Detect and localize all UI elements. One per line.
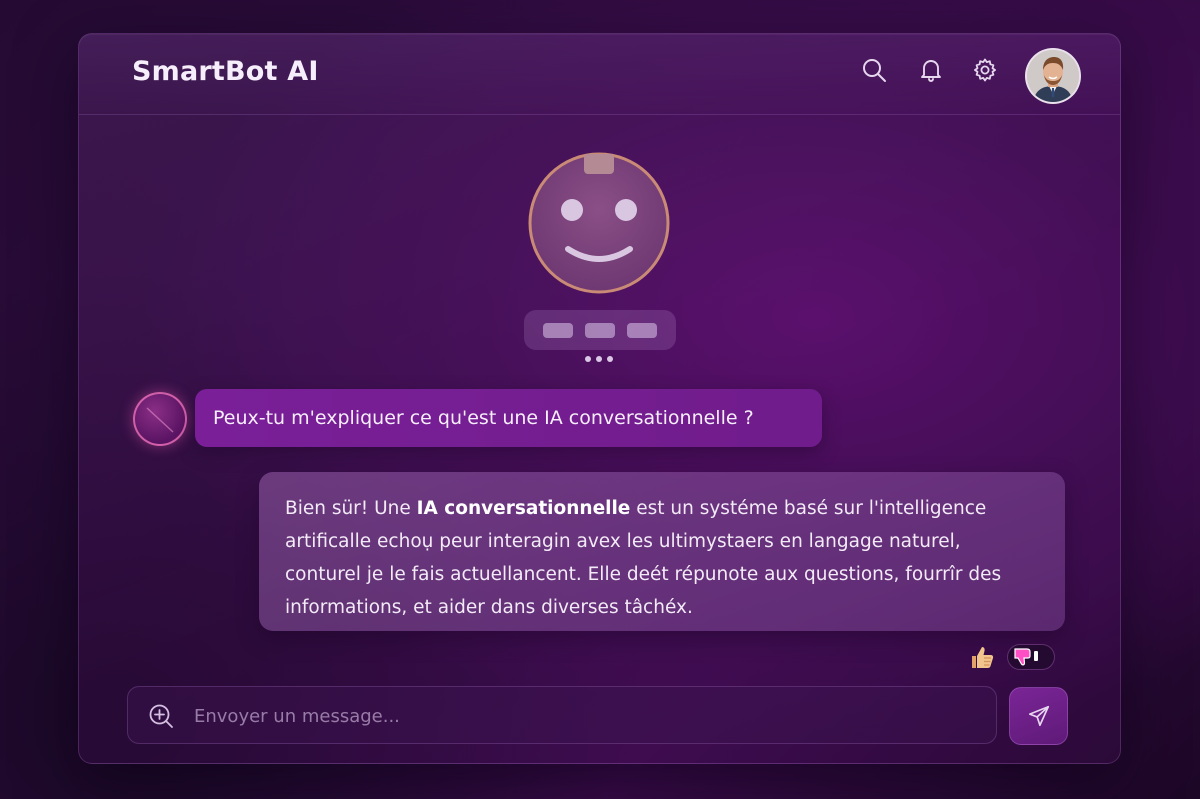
smiley-bot-icon — [528, 152, 670, 294]
bot-message-bubble: Bien sür! Une IA conversationnelle est u… — [259, 472, 1065, 631]
user-message-avatar — [133, 392, 187, 446]
chat-window: SmartBot AI Peux-tu m'expliquer ce qu'es… — [78, 33, 1121, 764]
more-dots-icon — [585, 356, 613, 362]
add-attachment-icon[interactable] — [148, 703, 174, 729]
thumbs-up-icon[interactable] — [967, 643, 997, 671]
message-input[interactable] — [192, 687, 976, 745]
bell-icon[interactable] — [917, 56, 945, 84]
typing-dot — [543, 322, 573, 338]
gear-icon[interactable] — [971, 56, 999, 84]
app-header: SmartBot AI — [79, 34, 1120, 115]
typing-dot — [585, 322, 615, 338]
message-reactions — [967, 643, 1055, 671]
app-title: SmartBot AI — [132, 56, 319, 87]
message-composer — [127, 686, 997, 745]
search-icon[interactable] — [860, 56, 888, 84]
bot-message-emphasis: IA conversationnelle — [416, 498, 631, 519]
send-icon — [1028, 705, 1049, 727]
send-button[interactable] — [1009, 687, 1068, 745]
typing-dot — [627, 322, 657, 338]
bot-message-text: Bien sür! Une — [285, 498, 417, 519]
avatar[interactable] — [1025, 48, 1081, 104]
user-message-text: Peux-tu m'expliquer ce qu'est une IA con… — [213, 407, 754, 429]
thumbs-down-icon[interactable] — [1007, 644, 1055, 670]
user-message-bubble: Peux-tu m'expliquer ce qu'est une IA con… — [195, 389, 822, 447]
typing-indicator — [524, 310, 676, 350]
